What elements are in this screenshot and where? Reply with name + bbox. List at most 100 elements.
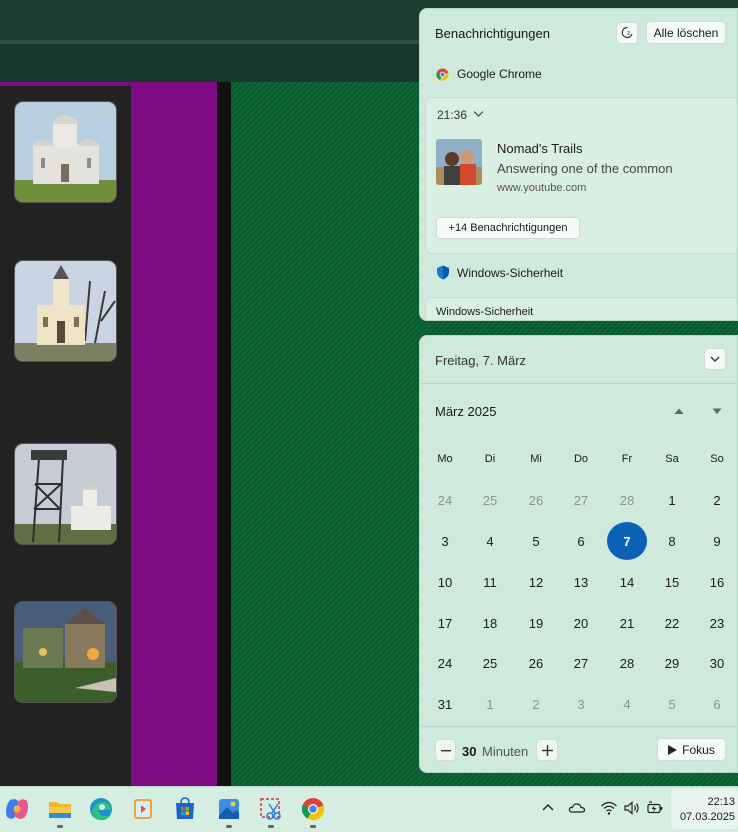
calendar-day[interactable]: 5 — [516, 522, 556, 560]
calendar-day[interactable]: 2 — [516, 685, 556, 723]
calendar-day[interactable]: 24 — [425, 644, 465, 682]
calendar-day[interactable]: 26 — [516, 644, 556, 682]
calendar-day[interactable]: 13 — [561, 563, 601, 601]
weekday-label: Fr — [621, 453, 633, 465]
calendar-day[interactable]: 28 — [607, 481, 647, 519]
calendar-day[interactable]: 16 — [697, 563, 737, 601]
do-not-disturb-button[interactable]: z — [616, 22, 638, 44]
divider — [420, 726, 737, 727]
calendar-day[interactable]: 6 — [697, 685, 737, 723]
weekday-label: Mo — [437, 453, 453, 465]
copilot-icon[interactable] — [4, 796, 30, 822]
chevron-up-icon[interactable] — [539, 800, 557, 816]
taskbar: 22:13 07.03.2025 — [0, 786, 738, 832]
weekday-label: Sa — [665, 453, 679, 465]
weekday-label: Di — [484, 453, 496, 465]
calendar-day[interactable]: 26 — [516, 481, 556, 519]
calendar-day[interactable]: 3 — [561, 685, 601, 723]
calendar-flyout: Freitag, 7. März März 2025 Mo Di Mi Do F… — [419, 335, 738, 773]
onedrive-icon[interactable] — [568, 800, 586, 816]
weekday-label: Mi — [530, 453, 542, 465]
calendar-day[interactable]: 6 — [561, 522, 601, 560]
snooze-icon: z — [621, 26, 633, 39]
next-month-icon[interactable] — [710, 405, 724, 417]
calendar-day[interactable]: 29 — [652, 644, 692, 682]
volume-icon[interactable] — [623, 800, 641, 816]
calendar-day[interactable]: 4 — [607, 685, 647, 723]
calendar-day[interactable]: 28 — [607, 644, 647, 682]
calendar-day[interactable]: 5 — [652, 685, 692, 723]
calendar-day[interactable]: 30 — [697, 644, 737, 682]
file-explorer-icon[interactable] — [47, 796, 73, 822]
focus-decrease-button[interactable] — [435, 739, 456, 761]
notification-body: Answering one of the common — [497, 161, 673, 176]
wifi-icon[interactable] — [600, 800, 618, 816]
previous-month-icon[interactable] — [672, 405, 686, 417]
chrome-icon[interactable] — [300, 796, 326, 822]
calendar-day[interactable]: 10 — [425, 563, 465, 601]
calendar-day[interactable]: 22 — [652, 604, 692, 642]
start-focus-button[interactable]: Fokus — [657, 738, 726, 761]
media-player-icon[interactable] — [130, 796, 156, 822]
more-notifications-button[interactable]: +14 Benachrichtigungen — [436, 217, 580, 239]
focus-increase-button[interactable] — [536, 739, 558, 761]
purple-accent-line — [0, 82, 231, 86]
notification-time: 21:36 — [437, 108, 468, 122]
chevron-down-icon[interactable] — [473, 110, 484, 118]
calendar-day[interactable]: 4 — [470, 522, 510, 560]
panel-splitter[interactable] — [217, 82, 231, 786]
store-icon[interactable] — [172, 796, 198, 822]
notification-group-security[interactable]: Windows-Sicherheit — [457, 266, 563, 280]
church-thumbnail-2[interactable] — [14, 260, 117, 362]
calendar-collapse-button[interactable] — [704, 348, 726, 370]
calendar-day[interactable]: 25 — [470, 644, 510, 682]
start-focus-label: Fokus — [682, 742, 715, 757]
calendar-day[interactable]: 1 — [652, 481, 692, 519]
play-icon — [668, 744, 678, 755]
focus-duration-value: 30 — [462, 744, 477, 759]
calendar-day[interactable]: 24 — [425, 481, 465, 519]
battery-icon[interactable] — [646, 800, 664, 816]
calendar-day[interactable]: 21 — [607, 604, 647, 642]
running-indicator — [226, 825, 232, 828]
calendar-day[interactable]: 25 — [470, 481, 510, 519]
church-thumbnail-3[interactable] — [14, 443, 117, 545]
calendar-month-label[interactable]: März 2025 — [435, 404, 496, 419]
chrome-icon — [436, 68, 449, 81]
notification-title: Windows-Sicherheit — [436, 306, 534, 318]
calendar-day[interactable]: 15 — [652, 563, 692, 601]
snipping-tool-icon[interactable] — [258, 796, 284, 822]
weekday-label: So — [710, 453, 724, 465]
system-clock[interactable]: 22:13 07.03.2025 — [671, 789, 738, 829]
calendar-day[interactable]: 9 — [697, 522, 737, 560]
calendar-day[interactable]: 18 — [470, 604, 510, 642]
notification-card[interactable]: 21:36 Nomad's Trails Answering one of th… — [425, 97, 737, 254]
weekday-label: Do — [573, 453, 589, 465]
notification-group-chrome[interactable]: Google Chrome — [457, 67, 542, 81]
church-thumbnail-4[interactable] — [14, 601, 117, 703]
calendar-day[interactable]: 12 — [516, 563, 556, 601]
purple-panel — [131, 82, 217, 786]
photos-icon[interactable] — [216, 796, 242, 822]
calendar-day[interactable]: 20 — [561, 604, 601, 642]
edge-icon[interactable] — [88, 796, 114, 822]
church-thumbnail-1[interactable] — [14, 101, 117, 203]
security-notification-card[interactable]: Windows-Sicherheit — [425, 297, 737, 320]
calendar-day[interactable]: 8 — [652, 522, 692, 560]
calendar-day[interactable]: 2 — [697, 481, 737, 519]
calendar-day[interactable]: 31 — [425, 685, 465, 723]
calendar-day[interactable]: 14 — [607, 563, 647, 601]
calendar-day[interactable]: 27 — [561, 644, 601, 682]
calendar-day[interactable]: 3 — [425, 522, 465, 560]
calendar-date-header: Freitag, 7. März — [435, 353, 527, 368]
calendar-day[interactable]: 19 — [516, 604, 556, 642]
notification-title: Nomad's Trails — [497, 141, 583, 156]
clear-all-button[interactable]: Alle löschen — [646, 21, 726, 44]
calendar-day[interactable]: 23 — [697, 604, 737, 642]
plus-icon — [542, 745, 553, 756]
calendar-day-today[interactable]: 7 — [607, 522, 647, 560]
calendar-day[interactable]: 11 — [470, 563, 510, 601]
calendar-day[interactable]: 17 — [425, 604, 465, 642]
calendar-day[interactable]: 27 — [561, 481, 601, 519]
calendar-day[interactable]: 1 — [470, 685, 510, 723]
